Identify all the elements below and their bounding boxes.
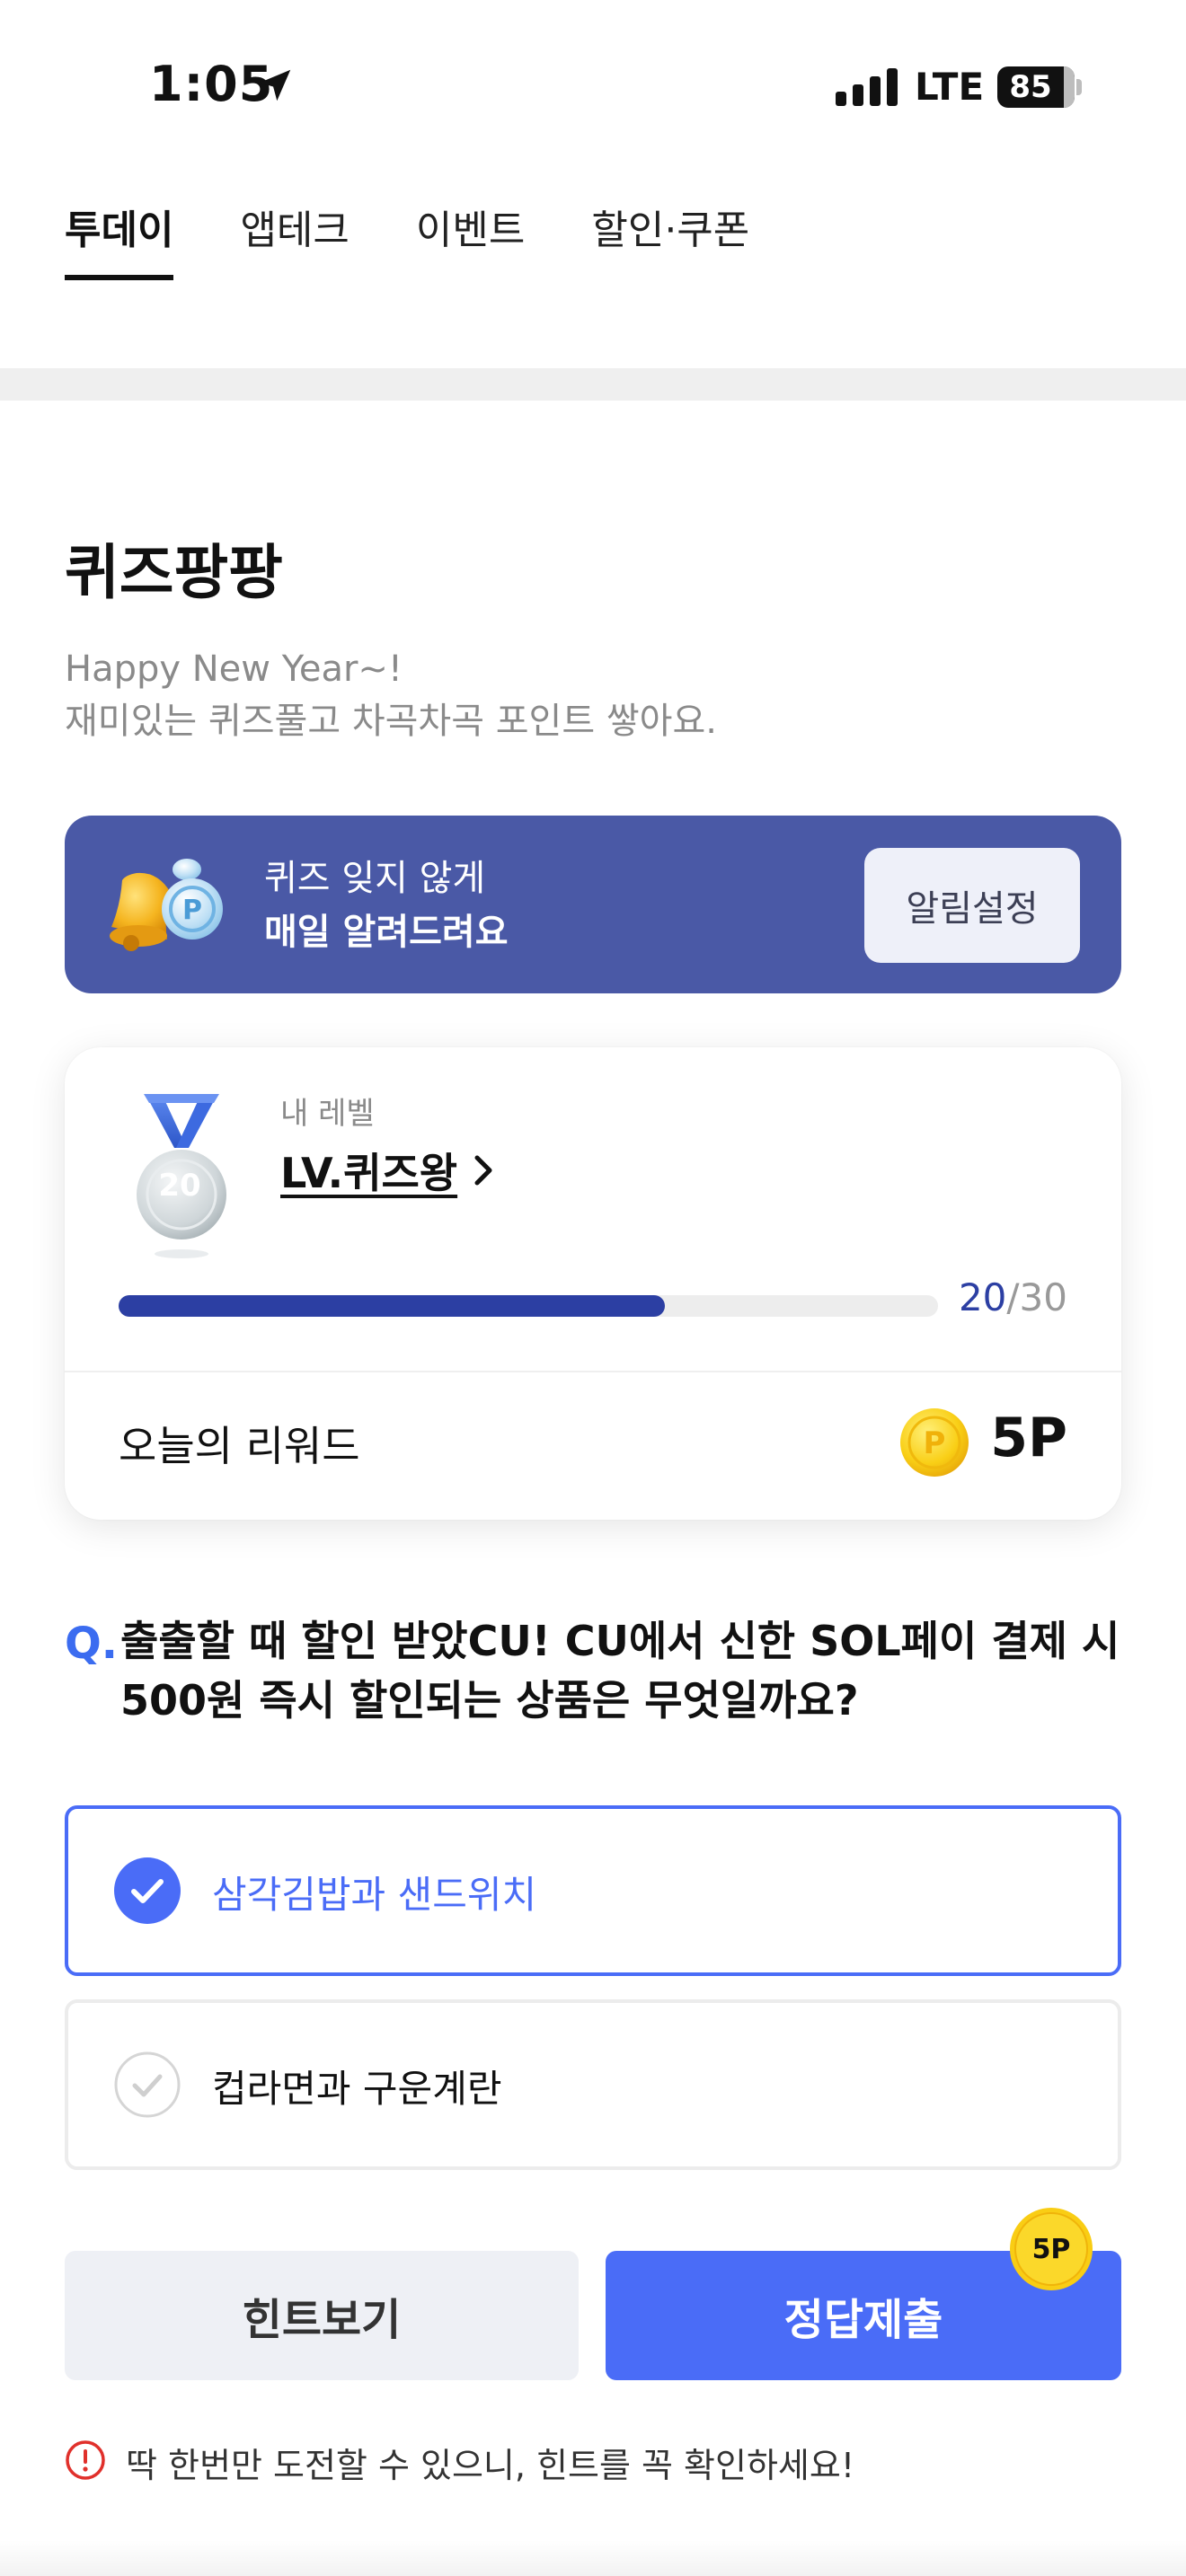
tab-event[interactable]: 이벤트 [416, 189, 525, 278]
card-divider [65, 1371, 1121, 1372]
submit-badge-label: 5P [1031, 2233, 1071, 2265]
point-coin-icon: P [900, 1408, 969, 1477]
my-level-label: 내 레벨 [280, 1096, 375, 1132]
level-progress-count: 20/30 [959, 1275, 1067, 1319]
signal-bars-icon [836, 68, 898, 106]
section-divider [0, 368, 1186, 401]
today-reward-value: 5P [990, 1407, 1067, 1469]
level-card: 20 내 레벨 LV.퀴즈왕 20/30 오늘의 리워드 P 5P [65, 1047, 1121, 1520]
top-tabs: 투데이 앱테크 이벤트 할인·쿠폰 [65, 189, 816, 280]
hint-button[interactable]: 힌트보기 [65, 2251, 579, 2380]
progress-total: 30 [1019, 1275, 1067, 1319]
level-progress-fill [119, 1295, 666, 1317]
level-name: LV.퀴즈왕 [280, 1149, 458, 1197]
check-circle-outline-icon [114, 2051, 181, 2118]
answer-option-1-label: 삼각김밥과 샌드위치 [212, 1873, 537, 1917]
progress-current: 20 [958, 1275, 1007, 1319]
battery-icon: 85 [997, 66, 1082, 108]
warning-text: 딱 한번만 도전할 수 있으니, 힌트를 꼭 확인하세요! [126, 2446, 855, 2485]
question-prefix: Q. [65, 1619, 119, 1669]
answer-option-2[interactable]: 컵라면과 구운계란 [65, 1999, 1121, 2170]
check-circle-filled-icon [114, 1857, 181, 1924]
answer-option-1[interactable]: 삼각김밥과 샌드위치 [65, 1805, 1121, 1976]
notification-settings-button[interactable]: 알림설정 [864, 848, 1080, 963]
status-bar: 1:05 LTE 85 [0, 0, 1186, 171]
svg-text:P: P [182, 895, 202, 926]
banner-line-2: 매일 알려드려요 [264, 912, 509, 953]
section-subtitle: Happy New Year~! 재미있는 퀴즈풀고 차곡차곡 포인트 쌓아요. [65, 643, 717, 747]
tab-apptech[interactable]: 앱테크 [240, 189, 349, 278]
bell-coin-icon: P [110, 859, 223, 951]
network-label: LTE [915, 65, 985, 109]
tab-discount-coupon[interactable]: 할인·쿠폰 [591, 189, 749, 278]
answer-option-2-label: 컵라면과 구운계란 [212, 2067, 502, 2111]
bottom-fade [0, 2540, 1186, 2576]
subtitle-line-2: 재미있는 퀴즈풀고 차곡차곡 포인트 쌓아요. [65, 701, 717, 742]
submit-reward-badge: 5P [1008, 2206, 1094, 2292]
level-progress-bar [119, 1295, 938, 1317]
medal-number: 20 [158, 1168, 201, 1204]
tab-today[interactable]: 투데이 [65, 189, 174, 280]
today-reward-label: 오늘의 리워드 [119, 1422, 360, 1470]
banner-message: 퀴즈 잊지 않게 매일 알려드려요 [264, 851, 509, 959]
coin-letter: P [924, 1425, 946, 1461]
notification-banner: P 퀴즈 잊지 않게 매일 알려드려요 알림설정 [65, 816, 1121, 993]
level-name-link[interactable]: LV.퀴즈왕 [280, 1141, 497, 1200]
banner-line-1: 퀴즈 잊지 않게 [264, 858, 486, 899]
location-arrow-icon [259, 69, 291, 101]
progress-separator: / [1006, 1275, 1020, 1319]
chevron-right-icon [474, 1155, 492, 1186]
exclamation-circle-icon [66, 2440, 105, 2480]
page-title: 퀴즈팡팡 [65, 538, 283, 607]
subtitle-line-1: Happy New Year~! [65, 648, 403, 690]
question-text: 출출할 때 할인 받았CU! CU에서 신한 SOL페이 결제 시 500원 즉… [120, 1617, 1120, 1725]
battery-level: 85 [1009, 69, 1052, 105]
